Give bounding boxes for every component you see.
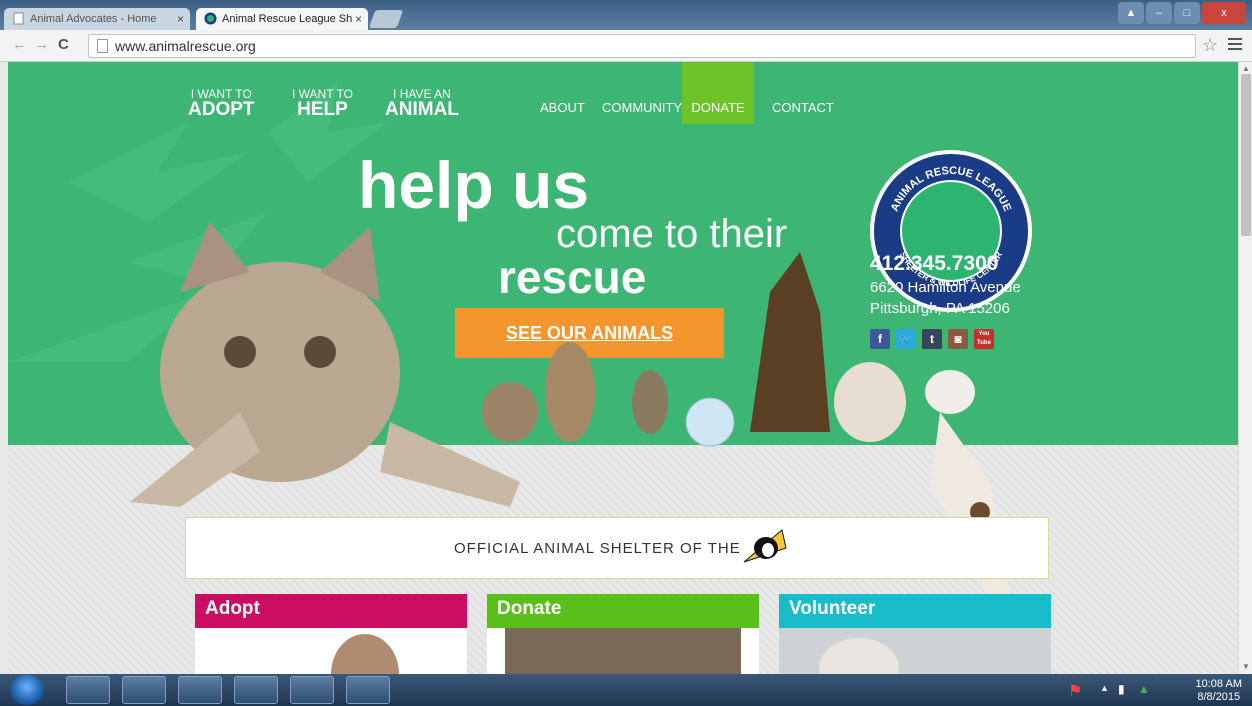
volunteer-card-title: Volunteer xyxy=(779,594,1051,628)
nav-help-label: HELP xyxy=(297,99,348,120)
clock[interactable]: 10:08 AM 8/8/2015 xyxy=(1196,678,1242,704)
phone-number[interactable]: 412.345.7300 xyxy=(870,252,998,276)
chrome-icon[interactable] xyxy=(234,676,278,704)
adopt-card-title: Adopt xyxy=(195,594,467,628)
penguins-logo-icon xyxy=(743,529,787,563)
tab-animal-rescue-league[interactable]: Animal Rescue League Sh × xyxy=(196,8,368,30)
clock-date: 8/8/2015 xyxy=(1197,691,1241,703)
nav-contact[interactable]: CONTACT xyxy=(772,100,834,115)
nav-animal[interactable]: I HAVE AN ANIMAL xyxy=(385,88,459,120)
file-explorer-icon[interactable] xyxy=(66,676,110,704)
donate-card-title: Donate xyxy=(487,594,759,628)
reload-icon[interactable]: C xyxy=(58,36,69,53)
facebook-icon[interactable]: f xyxy=(870,329,890,349)
close-window-icon[interactable]: x xyxy=(1202,2,1246,24)
system-tray: ⚑ ▲ ▮ ▲ 10:08 AM 8/8/2015 xyxy=(1062,674,1252,706)
start-button[interactable] xyxy=(10,675,44,705)
clock-time: 10:08 AM xyxy=(1195,678,1242,690)
address-line-2: Pittsburgh, PA 15206 xyxy=(870,300,1010,317)
bookmark-star-icon[interactable]: ☆ xyxy=(1202,35,1218,56)
minimize-icon[interactable]: – xyxy=(1146,2,1172,24)
youtube-icon[interactable]: You Tube xyxy=(974,329,994,349)
volunteer-card[interactable]: Volunteer xyxy=(779,594,1051,674)
new-tab-button[interactable] xyxy=(368,10,404,28)
arl-favicon-icon xyxy=(204,12,217,25)
alert-flag-icon[interactable]: ⚑ xyxy=(1068,681,1082,701)
page-scrollbar[interactable]: ▲ ▼ xyxy=(1238,62,1252,674)
chrome-menu-icon[interactable] xyxy=(1228,38,1242,50)
tab-animal-advocates[interactable]: Animal Advocates - Home × xyxy=(4,8,190,30)
nav-adopt-label: ADOPT xyxy=(188,99,255,120)
animals-group-image xyxy=(482,252,906,447)
headline-help-us: help us xyxy=(358,148,590,222)
adopt-card-image xyxy=(331,634,399,674)
volunteer-card-image xyxy=(779,628,1051,674)
donate-card[interactable]: Donate xyxy=(487,594,759,674)
power-icon[interactable]: ▮ xyxy=(1118,682,1125,696)
social-links: f 🐦 t ◙ You Tube xyxy=(870,329,994,349)
scroll-up-icon[interactable]: ▲ xyxy=(1242,64,1250,73)
scroll-down-icon[interactable]: ▼ xyxy=(1242,662,1250,671)
address: 6620 Hamilton Avenue Pittsburgh, PA 1520… xyxy=(870,277,1021,319)
paint-icon[interactable] xyxy=(346,676,390,704)
nav-donate[interactable]: DONATE xyxy=(682,62,754,124)
donate-card-image xyxy=(505,628,741,674)
browser-toolbar: ← → C www.animalrescue.org xyxy=(0,30,1252,62)
forward-icon[interactable]: → xyxy=(34,36,49,53)
nav-adopt[interactable]: I WANT TO ADOPT xyxy=(188,88,255,120)
word-icon[interactable] xyxy=(178,676,222,704)
twitter-icon[interactable]: 🐦 xyxy=(896,329,916,349)
hp-app-icon[interactable] xyxy=(122,676,166,704)
network-app-icon[interactable] xyxy=(290,676,334,704)
nav-about[interactable]: ABOUT xyxy=(540,100,585,115)
back-icon[interactable]: ← xyxy=(12,36,27,53)
instagram-icon[interactable]: ◙ xyxy=(948,329,968,349)
maximize-icon[interactable]: □ xyxy=(1174,2,1200,24)
scrollbar-thumb[interactable] xyxy=(1241,74,1251,236)
address-bar[interactable]: www.animalrescue.org xyxy=(88,34,1196,58)
tab-strip: Animal Advocates - Home × Animal Rescue … xyxy=(0,0,1252,30)
page-icon xyxy=(97,39,108,53)
tumblr-icon[interactable]: t xyxy=(922,329,942,349)
adopt-card[interactable]: Adopt xyxy=(195,594,467,674)
close-tab-icon[interactable]: × xyxy=(355,8,362,30)
window-controls: ▲ – □ x xyxy=(1118,2,1246,24)
drive-icon[interactable]: ▲ xyxy=(1138,682,1150,696)
tab-label: Animal Rescue League Sh xyxy=(222,13,353,25)
nav-help[interactable]: I WANT TO HELP xyxy=(292,88,353,120)
page-icon xyxy=(13,12,24,25)
tab-label: Animal Advocates - Home xyxy=(30,13,157,25)
banner-text: OFFICIAL ANIMAL SHELTER OF THE xyxy=(454,540,741,557)
url-text: www.animalrescue.org xyxy=(115,38,256,54)
windows-taskbar: ⚑ ▲ ▮ ▲ 10:08 AM 8/8/2015 xyxy=(0,674,1252,706)
close-tab-icon[interactable]: × xyxy=(177,8,184,30)
address-line-1: 6620 Hamilton Avenue xyxy=(870,279,1021,296)
official-shelter-banner[interactable]: OFFICIAL ANIMAL SHELTER OF THE xyxy=(185,517,1049,579)
nav-community[interactable]: COMMUNITY xyxy=(602,100,682,115)
restore-icon[interactable]: ▲ xyxy=(1118,2,1144,24)
headline-come-to-their: come to their xyxy=(556,212,788,256)
nav-animal-label: ANIMAL xyxy=(385,99,459,120)
show-hidden-icons[interactable]: ▲ xyxy=(1100,683,1109,693)
page-viewport: I WANT TO ADOPT I WANT TO HELP I HAVE AN… xyxy=(0,62,1238,674)
